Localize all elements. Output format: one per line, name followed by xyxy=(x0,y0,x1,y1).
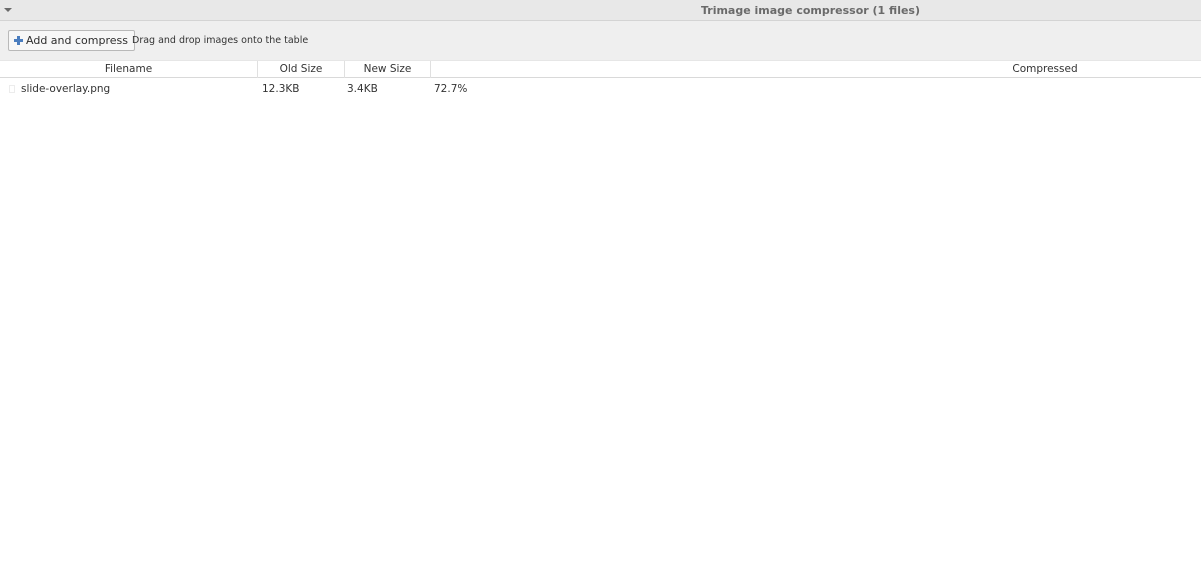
column-header-filename[interactable]: Filename xyxy=(0,61,258,78)
file-table[interactable]: slide-overlay.png 12.3KB 3.4KB 72.7% xyxy=(0,78,1201,562)
table-header: Filename Old Size New Size Compressed xyxy=(0,60,1201,78)
file-icon xyxy=(9,85,15,93)
column-header-compressed[interactable]: Compressed xyxy=(431,61,1201,78)
plus-icon xyxy=(14,36,23,45)
add-and-compress-label: Add and compress xyxy=(26,34,128,47)
cell-new-size: 3.4KB xyxy=(347,83,378,95)
window-title: Trimage image compressor (1 files) xyxy=(700,4,921,17)
column-header-old-size[interactable]: Old Size xyxy=(258,61,345,78)
cell-filename: slide-overlay.png xyxy=(21,83,111,95)
table-row[interactable]: slide-overlay.png 12.3KB 3.4KB 72.7% xyxy=(0,80,1201,98)
cell-old-size: 12.3KB xyxy=(262,83,300,95)
drag-drop-hint: Drag and drop images onto the table xyxy=(132,35,309,46)
column-header-new-size[interactable]: New Size xyxy=(345,61,431,78)
title-bar: Trimage image compressor (1 files) xyxy=(0,0,1201,21)
add-and-compress-button[interactable]: Add and compress xyxy=(8,30,135,51)
app-window: Trimage image compressor (1 files) Add a… xyxy=(0,0,1201,562)
cell-compressed: 72.7% xyxy=(434,83,468,95)
toolbar: Add and compress Drag and drop images on… xyxy=(0,21,1201,60)
